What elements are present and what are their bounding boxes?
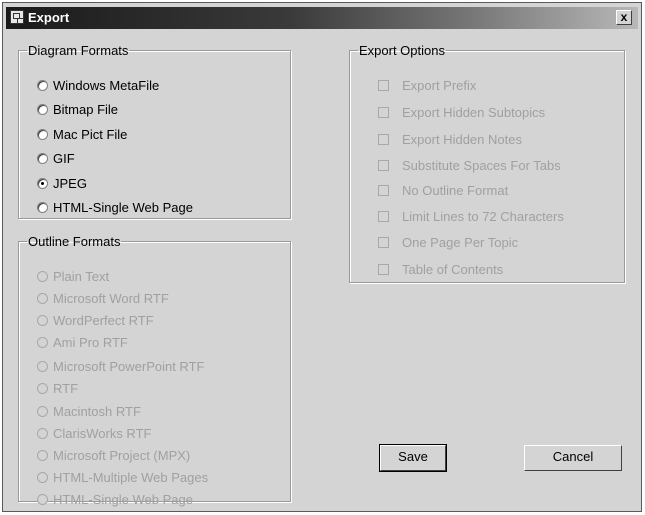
diagram-formats-group: Diagram Formats Windows MetaFile Bitmap … bbox=[18, 43, 291, 219]
radio-button-icon bbox=[37, 383, 48, 394]
radio-button-icon[interactable] bbox=[37, 129, 48, 140]
export-options-group: Export Options Export Prefix Export Hidd… bbox=[349, 43, 625, 283]
export-options-legend: Export Options bbox=[359, 43, 445, 58]
radio-label: WordPerfect RTF bbox=[53, 313, 154, 328]
checkbox-icon bbox=[378, 237, 389, 248]
radio-label: HTML-Single Web Page bbox=[53, 492, 193, 507]
radio-label: Microsoft Word RTF bbox=[53, 291, 169, 306]
radio-label: Plain Text bbox=[53, 269, 110, 284]
checkbox-icon bbox=[378, 107, 389, 118]
radio-button-selected-icon[interactable] bbox=[37, 178, 48, 189]
outline-formats-legend: Outline Formats bbox=[28, 234, 121, 249]
checkbox-icon bbox=[378, 80, 389, 91]
radio-button-icon bbox=[37, 406, 48, 417]
diagram-formats-legend: Diagram Formats bbox=[28, 43, 129, 58]
close-button[interactable]: x bbox=[616, 10, 632, 25]
window-title: Export bbox=[28, 10, 70, 25]
radio-label: Bitmap File bbox=[53, 102, 119, 117]
checkbox-label: Export Hidden Notes bbox=[402, 132, 522, 147]
radio-button-icon bbox=[37, 293, 48, 304]
radio-label: Microsoft Project (MPX) bbox=[53, 448, 191, 463]
checkbox-icon bbox=[378, 211, 389, 222]
export-dialog: Export x Diagram Formats Windows MetaFil… bbox=[2, 2, 642, 512]
radio-button-icon bbox=[37, 337, 48, 348]
radio-button-icon[interactable] bbox=[37, 202, 48, 213]
radio-label: RTF bbox=[53, 381, 79, 396]
radio-button-icon bbox=[37, 472, 48, 483]
checkbox-label: No Outline Format bbox=[402, 183, 509, 198]
radio-label: Ami Pro RTF bbox=[53, 335, 128, 350]
checkbox-label: Limit Lines to 72 Characters bbox=[402, 209, 564, 224]
save-button[interactable]: Save bbox=[379, 444, 447, 472]
radio-label: Mac Pict File bbox=[53, 127, 128, 142]
radio-label: Macintosh RTF bbox=[53, 404, 141, 419]
checkbox-icon bbox=[378, 185, 389, 196]
radio-button-icon[interactable] bbox=[37, 80, 48, 91]
radio-label: HTML-Multiple Web Pages bbox=[53, 470, 209, 485]
cancel-button[interactable]: Cancel bbox=[524, 445, 622, 471]
radio-label: Microsoft PowerPoint RTF bbox=[53, 359, 205, 374]
app-icon bbox=[10, 10, 24, 24]
radio-label: ClarisWorks RTF bbox=[53, 426, 152, 441]
radio-label: Windows MetaFile bbox=[53, 78, 160, 93]
radio-button-icon[interactable] bbox=[37, 153, 48, 164]
checkbox-icon bbox=[378, 134, 389, 145]
checkbox-label: One Page Per Topic bbox=[402, 235, 519, 250]
radio-button-icon bbox=[37, 450, 48, 461]
radio-label: GIF bbox=[53, 151, 75, 166]
checkbox-label: Substitute Spaces For Tabs bbox=[402, 158, 561, 173]
radio-button-icon bbox=[37, 361, 48, 372]
title-bar: Export x bbox=[6, 7, 638, 29]
radio-button-icon bbox=[37, 428, 48, 439]
radio-button-icon[interactable] bbox=[37, 104, 48, 115]
outline-formats-group: Outline Formats Plain Text Microsoft Wor… bbox=[18, 234, 291, 507]
radio-label: HTML-Single Web Page bbox=[53, 200, 193, 215]
radio-button-icon bbox=[37, 271, 48, 282]
radio-button-icon bbox=[37, 315, 48, 326]
checkbox-icon bbox=[378, 264, 389, 275]
radio-button-icon bbox=[37, 494, 48, 505]
checkbox-label: Export Hidden Subtopics bbox=[402, 105, 546, 120]
checkbox-label: Table of Contents bbox=[402, 262, 504, 277]
checkbox-label: Export Prefix bbox=[402, 78, 477, 93]
checkbox-icon bbox=[378, 160, 389, 171]
radio-label: JPEG bbox=[53, 176, 87, 191]
